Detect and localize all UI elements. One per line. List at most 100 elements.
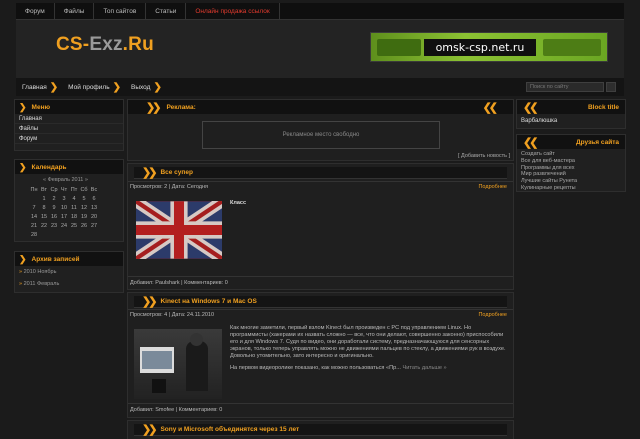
topnav-link-sales[interactable]: Онлайн продажа ссылок (186, 3, 280, 20)
post-title[interactable]: Kinect на Windows 7 и Mac OS (160, 298, 256, 305)
post-text-more: На первом видеоролике показано, как можн… (230, 365, 447, 371)
divider (128, 181, 513, 182)
double-chevron-right-icon: ❯❯ (142, 424, 158, 436)
calendar-weekday: Чт (60, 186, 68, 193)
friend-link[interactable]: Кулинарные рецепты (517, 185, 625, 192)
block-item[interactable]: Варбалюшка (517, 116, 625, 126)
search-input[interactable]: Поиск по сайту (526, 82, 604, 92)
menu-item-home[interactable]: Главная (15, 114, 123, 124)
friend-link[interactable]: Создать сайт (517, 151, 625, 158)
calendar-day: 9 (52, 204, 56, 211)
calendar-day: 11 (71, 204, 77, 211)
post-footer: Добавил: Smofee | Комментариев: 0 (130, 407, 223, 413)
calendar-day: 25 (70, 222, 78, 229)
calendar-day: 22 (40, 222, 48, 229)
archive-item-2010-nov[interactable]: » 2010 Ноябрь (15, 266, 123, 278)
post-card: ❯❯ Sony и Microsoft объединятся через 15… (127, 420, 514, 439)
post-title[interactable]: Sony и Microsoft объединятся через 15 ле… (160, 426, 299, 433)
calendar-day (59, 230, 69, 239)
ad-placeholder[interactable]: Рекламное место свободно (202, 121, 440, 149)
menu-item-files[interactable]: Файлы (15, 124, 123, 134)
add-news-link[interactable]: [ Добавить новость ] (458, 153, 510, 159)
post-meta: Просмотров: 2 | Дата: Сегодня (130, 184, 209, 190)
calendar-day: 5 (82, 195, 86, 202)
post-title[interactable]: Все супер (160, 169, 192, 176)
ad-banner[interactable]: omsk-csp.net.ru (370, 32, 608, 62)
calendar-day: 16 (50, 213, 58, 220)
calendar-weekday: Ср (50, 186, 58, 193)
chevron-right-icon: ❯ (153, 81, 162, 93)
calendar-day: 21 (30, 222, 38, 229)
double-chevron-right-icon: ❯❯ (146, 101, 162, 114)
calendar-day: 14 (30, 213, 38, 220)
calendar-day: 26 (80, 222, 88, 229)
photo-screen-content (142, 351, 172, 369)
chevron-right-icon: ❯ (112, 81, 121, 93)
post-text: Как многие заметили, первый взлом Kinect… (230, 325, 506, 359)
friends-links: Создать сайт Все для веб-мастера Програм… (517, 149, 625, 192)
post-more-link[interactable]: Подробнее (478, 184, 507, 190)
post-more-link[interactable]: Подробнее (478, 312, 507, 318)
banner-right-panel (543, 39, 601, 56)
post-image-uk-flag[interactable] (136, 201, 222, 259)
calendar-grid: Пн Вт Ср Чт Пт Сб Вс 1 2 3 4 5 6 7 8 9 1… (29, 185, 99, 239)
friend-link[interactable]: Все для веб-мастера (517, 158, 625, 165)
uk-flag-icon (136, 201, 222, 259)
calendar-day: 18 (70, 213, 78, 220)
crumb-logout[interactable]: Выход ❯ (125, 82, 166, 93)
calendar-week: 14 15 16 17 18 19 20 (29, 212, 99, 221)
block-box-header: ❮❮ Block title (517, 100, 625, 114)
calendar-day: 7 (32, 204, 36, 211)
friend-link[interactable]: Лучшие сайты Рунета (517, 178, 625, 185)
archive-item-2011-feb[interactable]: » 2011 Февраль (15, 278, 123, 290)
calendar-day: 24 (60, 222, 68, 229)
post-caption: Класс (230, 200, 247, 206)
calendar-day: 13 (90, 204, 98, 211)
archive-box: ❯ Архив записей » 2010 Ноябрь » 2011 Февр… (14, 251, 124, 293)
double-chevron-left-icon: ❮❮ (482, 101, 499, 114)
double-chevron-right-icon: ❯❯ (142, 296, 158, 308)
photo-person (186, 341, 208, 391)
double-chevron-right-icon: ❯❯ (142, 167, 158, 179)
calendar-week: 7 8 9 10 11 12 13 (29, 203, 99, 212)
search-button[interactable] (606, 82, 616, 92)
calendar-day: 2 (52, 195, 56, 202)
calendar-day: 3 (62, 195, 66, 202)
calendar-day (89, 230, 99, 239)
photo-person-head (190, 333, 203, 346)
crumb-profile[interactable]: Мой профиль ❯ (62, 82, 125, 93)
calendar-day: 1 (42, 195, 46, 202)
calendar-day (69, 230, 79, 239)
topnav-top-sites[interactable]: Топ сайтов (94, 3, 147, 20)
ad-section: ❯❯ Реклама: ❮❮ Рекламное место свободно (127, 99, 514, 161)
topnav-articles[interactable]: Статьи (146, 3, 187, 20)
crumb-home[interactable]: Главная ❯ (16, 82, 62, 93)
banner-left-panel (377, 39, 421, 56)
post-footer: Добавил: Paulshark | Комментариев: 0 (130, 280, 228, 286)
site-header: CS-Exz.Ru omsk-csp.net.ru (16, 20, 624, 78)
calendar-day: 6 (92, 195, 96, 202)
topnav-files[interactable]: Файлы (55, 3, 95, 20)
calendar-day: 23 (50, 222, 58, 229)
menu-box: ❯ Меню Главная Файлы Форум (14, 99, 124, 151)
post-title-bar: ❯❯ Все супер (134, 167, 507, 179)
calendar-box-header: ❯ Календарь (15, 160, 123, 174)
post-card: ❯❯ Kinect на Windows 7 и Mac OS Просмотр… (127, 292, 514, 418)
menu-box-header: ❯ Меню (15, 100, 123, 114)
friends-box: ❮❮ Друзья сайта Создать сайт Все для веб… (516, 134, 626, 192)
calendar: « Февраль 2011 » Пн Вт Ср Чт Пт Сб Вс 1 … (15, 174, 123, 239)
post-image-kinect[interactable] (134, 329, 222, 399)
calendar-day: 19 (80, 213, 88, 220)
calendar-box: ❯ Календарь « Февраль 2011 » Пн Вт Ср Чт … (14, 159, 124, 242)
site-logo[interactable]: CS-Exz.Ru (56, 34, 154, 56)
calendar-day: 15 (40, 213, 48, 220)
read-more-link[interactable]: Читать дальше » (402, 365, 446, 371)
menu-item-forum[interactable]: Форум (15, 134, 123, 144)
calendar-day: 20 (90, 213, 98, 220)
calendar-month[interactable]: « Февраль 2011 » (43, 177, 123, 183)
calendar-week: 21 22 23 24 25 26 27 (29, 221, 99, 230)
calendar-weekdays: Пн Вт Ср Чт Пт Сб Вс (29, 185, 99, 194)
calendar-day (79, 230, 89, 239)
chevron-right-icon: ❯ (19, 253, 27, 264)
topnav-forum[interactable]: Форум (16, 3, 55, 20)
